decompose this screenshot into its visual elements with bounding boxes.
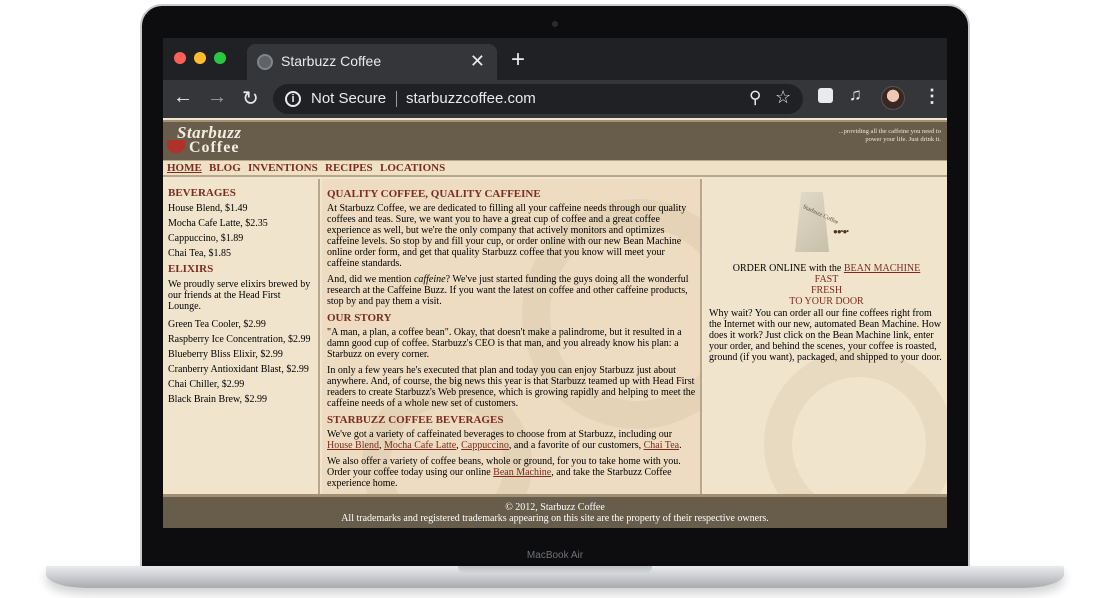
fast-text: FAST xyxy=(814,274,839,285)
site-header: Starbuzz Coffee ...providing all the caf… xyxy=(163,120,947,160)
tab-starbuzz[interactable]: Starbuzz Coffee ✕ xyxy=(247,44,497,80)
caffeine-emphasis: caffeine xyxy=(413,274,446,285)
background-swirl xyxy=(764,349,947,494)
period: . xyxy=(679,440,682,451)
link-house-blend[interactable]: House Blend xyxy=(327,440,379,451)
media-icon[interactable]: ♫ xyxy=(849,85,862,105)
to-your-door-text: TO YOUR DOOR xyxy=(789,296,864,307)
menu-item: House Blend, $1.49 xyxy=(168,203,248,214)
logo-text-coffee[interactable]: Coffee xyxy=(189,139,239,157)
beverages-heading: BEVERAGES xyxy=(168,187,236,199)
device-brand: MacBook Air xyxy=(526,550,584,561)
intro-paragraph: At Starbuzz Coffee, we are dedicated to … xyxy=(327,203,687,269)
menu-item: Blueberry Bliss Elixir, $2.99 xyxy=(168,349,283,360)
forward-icon[interactable]: → xyxy=(207,86,227,109)
beans-paragraph: We also offer a variety of coffee beans,… xyxy=(327,456,699,489)
order-sidebar: Starbuzz Coffee ●●•●• ORDER ONLINE with … xyxy=(704,179,947,494)
back-icon[interactable]: ← xyxy=(173,86,193,109)
web-page: Starbuzz Coffee ...providing all the caf… xyxy=(163,118,947,528)
tab-bar: Starbuzz Coffee ✕ + xyxy=(163,38,947,80)
site-footer: © 2012, Starbuzz Coffee All trademarks a… xyxy=(163,494,947,528)
laptop-notch xyxy=(458,566,652,574)
star-icon[interactable]: ☆ xyxy=(775,87,791,108)
main-content: QUALITY COFFEE, QUALITY CAFFEINE At Star… xyxy=(322,179,702,494)
browser-toolbar: ← → ↻ i Not Secure starbuzzcoffee.com ⚲ … xyxy=(163,80,947,118)
elixirs-intro: We proudly serve elixirs brewed by our f… xyxy=(168,279,311,312)
menu-item: Cranberry Antioxidant Blast, $2.99 xyxy=(168,364,309,375)
nav-blog[interactable]: BLOG xyxy=(209,162,241,174)
minimize-window-button[interactable] xyxy=(194,52,206,64)
camera-icon xyxy=(552,21,558,27)
security-label: Not Secure xyxy=(311,90,387,107)
nav-inventions[interactable]: INVENTIONS xyxy=(248,162,318,174)
close-tab-icon[interactable]: ✕ xyxy=(470,51,485,72)
address-bar[interactable]: i Not Secure starbuzzcoffee.com ⚲ ☆ xyxy=(273,84,803,114)
order-prefix: ORDER ONLINE with the xyxy=(732,263,844,274)
nav-home[interactable]: HOME xyxy=(167,162,202,174)
browser-window: Starbuzz Coffee ✕ + ← → ↻ i Not Secure s… xyxy=(163,38,947,528)
address-divider xyxy=(396,91,397,107)
tagline: ...providing all the caffeine you need t… xyxy=(838,128,941,143)
reload-icon[interactable]: ↻ xyxy=(242,86,259,111)
link-bean-machine[interactable]: Bean Machine xyxy=(493,467,551,478)
quality-heading: QUALITY COFFEE, QUALITY CAFFEINE xyxy=(327,188,541,200)
link-mocha-cafe-latte[interactable]: Mocha Cafe Latte xyxy=(384,440,456,451)
maximize-window-button[interactable] xyxy=(214,52,226,64)
new-tab-button[interactable]: + xyxy=(511,46,525,74)
site-nav: HOME BLOG INVENTIONS RECIPES LOCATIONS xyxy=(163,160,947,177)
url-text[interactable]: starbuzzcoffee.com xyxy=(406,90,536,107)
trademarks: All trademarks and registered trademarks… xyxy=(341,513,769,524)
story-paragraph-2: In only a few years he's executed that p… xyxy=(327,365,696,409)
menu-item: Chai Chiller, $2.99 xyxy=(168,379,245,390)
menu-item: Raspberry Ice Concentration, $2.99 xyxy=(168,334,311,345)
coffee-beans-image: ●●•●• xyxy=(833,227,849,236)
link-cappuccino[interactable]: Cappuccino xyxy=(461,440,509,451)
beverages-text-mid: , and a favorite of our customers, xyxy=(508,440,644,451)
extensions-icon[interactable] xyxy=(818,88,833,103)
globe-icon xyxy=(257,54,273,70)
link-chai-tea[interactable]: Chai Tea xyxy=(644,440,680,451)
sidebar: BEVERAGES House Blend, $1.49 Mocha Cafe … xyxy=(163,179,320,494)
elixirs-heading: ELIXIRS xyxy=(168,263,214,275)
beverages-text: We've got a variety of caffeinated bever… xyxy=(327,429,673,440)
link-bean-machine-order[interactable]: BEAN MACHINE xyxy=(844,263,920,274)
caffeine-text-a: And, did we mention xyxy=(327,274,414,285)
menu-item: Chai Tea, $1.85 xyxy=(168,248,231,259)
fresh-text: FRESH xyxy=(810,285,843,296)
caffeine-paragraph: And, did we mention caffeine? We've just… xyxy=(327,274,699,307)
nav-locations[interactable]: LOCATIONS xyxy=(380,162,445,174)
story-heading: OUR STORY xyxy=(327,312,392,324)
copyright: © 2012, Starbuzz Coffee xyxy=(505,502,605,513)
profile-avatar[interactable] xyxy=(881,86,905,110)
menu-item: Mocha Cafe Latte, $2.35 xyxy=(168,218,268,229)
beverages-section-heading: STARBUZZ COFFEE BEVERAGES xyxy=(327,414,504,426)
close-window-button[interactable] xyxy=(174,52,186,64)
tab-title: Starbuzz Coffee xyxy=(281,53,382,69)
menu-item: Cappuccino, $1.89 xyxy=(168,233,244,244)
beverages-paragraph: We've got a variety of caffeinated bever… xyxy=(327,429,699,451)
story-paragraph: "A man, a plan, a coffee bean". Okay, th… xyxy=(327,327,682,360)
info-icon[interactable]: i xyxy=(285,91,301,107)
menu-item: Green Tea Cooler, $2.99 xyxy=(168,319,266,330)
menu-item: Black Brain Brew, $2.99 xyxy=(168,394,268,405)
order-online-block: ORDER ONLINE with the BEAN MACHINE FAST … xyxy=(709,263,944,307)
nav-recipes[interactable]: RECIPES xyxy=(325,162,373,174)
coffee-bag-image xyxy=(795,192,829,252)
order-paragraph: Why wait? You can order all our fine cof… xyxy=(709,308,942,363)
menu-icon[interactable]: ⋮ xyxy=(923,86,941,107)
zoom-icon[interactable]: ⚲ xyxy=(749,88,761,108)
